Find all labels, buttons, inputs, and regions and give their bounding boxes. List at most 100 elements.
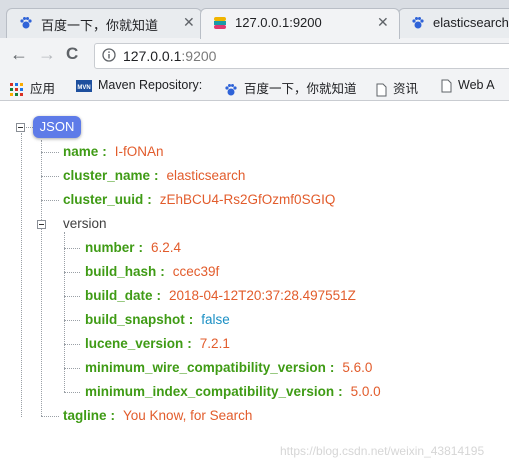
json-key: cluster_uuid: [63, 192, 144, 207]
json-separator: :: [188, 312, 194, 327]
json-value: 6.2.4: [151, 240, 182, 255]
address-bar[interactable]: 127.0.0.1:9200: [94, 43, 509, 69]
url-host: 127.0.0.1: [123, 48, 182, 64]
toolbar: ← → C 127.0.0.1:9200: [0, 38, 509, 74]
tree-line: [64, 344, 80, 345]
info-icon[interactable]: [102, 48, 116, 62]
collapse-toggle-version[interactable]: [37, 220, 46, 229]
json-value: 7.2.1: [199, 336, 230, 351]
json-key: minimum_wire_compatibility_version: [85, 360, 326, 375]
json-key: number: [85, 240, 135, 255]
json-key: minimum_index_compatibility_version: [85, 384, 335, 399]
json-field-cluster-uuid: cluster_uuid: zEhBCU4-Rs2GfOzmf0SGIQ: [63, 192, 335, 207]
json-key: cluster_name: [63, 168, 151, 183]
tree-line: [41, 152, 59, 153]
tree-line: [64, 248, 80, 249]
bookmark-baidu[interactable]: 百度一下，你就知道: [224, 78, 357, 97]
json-separator: :: [160, 264, 165, 279]
json-separator: :: [102, 144, 107, 159]
json-separator: :: [187, 336, 192, 351]
tab-title: 127.0.0.1:9200: [235, 15, 322, 30]
tree-line: [64, 392, 80, 393]
tab-title: 百度一下，你就知道: [41, 18, 159, 33]
tree-line: [64, 320, 80, 321]
tree-line: [64, 368, 80, 369]
json-group-label: version: [63, 216, 107, 231]
forward-icon[interactable]: →: [38, 44, 56, 65]
tree-line: [41, 416, 59, 417]
watermark: https://blog.csdn.net/weixin_43814195: [280, 444, 485, 458]
tree-line: [41, 176, 59, 177]
json-key: name: [63, 144, 99, 159]
tab-localhost[interactable]: 127.0.0.1:9200 ✕: [200, 8, 400, 39]
json-key: build_date: [85, 288, 153, 303]
tree-line: [64, 272, 80, 273]
collapse-toggle-root[interactable]: [16, 123, 25, 132]
bookmark-maven[interactable]: MVN Maven Repository:: [76, 78, 202, 92]
url-text[interactable]: 127.0.0.1:9200: [123, 48, 216, 64]
json-field-min-index-version: minimum_index_compatibility_version:5.0.…: [85, 384, 381, 399]
apps-grid-icon: [10, 82, 23, 96]
bookmark-label: Web A: [458, 78, 495, 92]
page-icon: [376, 83, 387, 97]
tree-line: [41, 200, 59, 201]
mvn-logo-icon: MVN: [76, 79, 92, 92]
back-icon[interactable]: ←: [10, 44, 28, 65]
json-field-build-hash: build_hash: ccec39f: [85, 264, 219, 279]
json-root-badge[interactable]: JSON: [33, 116, 81, 138]
json-separator: :: [154, 168, 159, 183]
reload-icon[interactable]: C: [66, 44, 78, 64]
json-value: 2018-04-12T20:37:28.497551Z: [169, 288, 356, 303]
close-icon[interactable]: ✕: [183, 14, 195, 31]
json-separator: :: [156, 288, 162, 303]
json-field-name: name: I-fONAn: [63, 144, 164, 159]
tree-line: [41, 140, 42, 416]
json-group-version[interactable]: version: [63, 216, 107, 231]
json-key: build_hash: [85, 264, 157, 279]
bookmark-apps[interactable]: 应用: [10, 78, 55, 97]
json-value: elasticsearch: [166, 168, 246, 183]
svg-text:MVN: MVN: [77, 85, 90, 91]
json-value: 5.0.0: [350, 384, 381, 399]
json-key: tagline: [63, 408, 107, 423]
json-key: build_snapshot: [85, 312, 185, 327]
json-value: 5.6.0: [342, 360, 373, 375]
tab-strip: 百度一下，你就知道 ✕ 127.0.0.1:9200 ✕ elasticsear…: [0, 0, 509, 39]
json-field-build-snapshot: build_snapshot: false: [85, 312, 230, 327]
json-separator: :: [329, 360, 335, 375]
baidu-paw-icon: [20, 17, 32, 29]
json-value: false: [201, 312, 230, 327]
json-field-min-wire-version: minimum_wire_compatibility_version:5.6.0: [85, 360, 372, 375]
bookmark-label: Maven Repository:: [98, 78, 203, 92]
bookmark-news[interactable]: 资讯: [376, 78, 418, 97]
url-port: :9200: [181, 48, 217, 64]
json-separator: :: [338, 384, 343, 399]
json-separator: :: [110, 408, 116, 423]
tree-line: [64, 296, 80, 297]
close-icon[interactable]: ✕: [377, 14, 389, 31]
bookmark-label: 百度一下，你就知道: [244, 82, 357, 96]
json-field-lucene-version: lucene_version:7.2.1: [85, 336, 230, 351]
json-value: ccec39f: [172, 264, 220, 279]
baidu-paw-icon: [225, 83, 237, 96]
json-value: You Know, for Search: [123, 408, 253, 423]
json-field-build-date: build_date:2018-04-12T20:37:28.497551Z: [85, 288, 356, 303]
page-icon: [441, 79, 452, 93]
bookmark-label: 资讯: [393, 82, 419, 96]
json-field-tagline: tagline: You Know, for Search: [63, 408, 252, 423]
tab-title: elasticsearch: [433, 15, 509, 30]
tab-baidu[interactable]: 百度一下，你就知道 ✕: [6, 8, 202, 38]
tree-line: [21, 133, 22, 417]
json-field-number: number:6.2.4: [85, 240, 181, 255]
elastic-icon: [214, 17, 226, 29]
json-field-cluster-name: cluster_name: elasticsearch: [63, 168, 245, 183]
bookmarks-bar: 应用 MVN Maven Repository: 百度一下，你就知道 资讯 We…: [0, 74, 509, 101]
baidu-paw-icon: [412, 17, 424, 29]
json-key: lucene_version: [85, 336, 184, 351]
tab-elasticsearch[interactable]: elasticsearch: [398, 8, 509, 38]
bookmark-web[interactable]: Web A: [441, 78, 495, 93]
json-value: I-fONAn: [114, 144, 164, 159]
browser-window: { "tabs": [ {"title": "百度一下，你就知道", "icon…: [0, 0, 509, 475]
json-separator: :: [147, 192, 152, 207]
json-separator: :: [138, 240, 144, 255]
